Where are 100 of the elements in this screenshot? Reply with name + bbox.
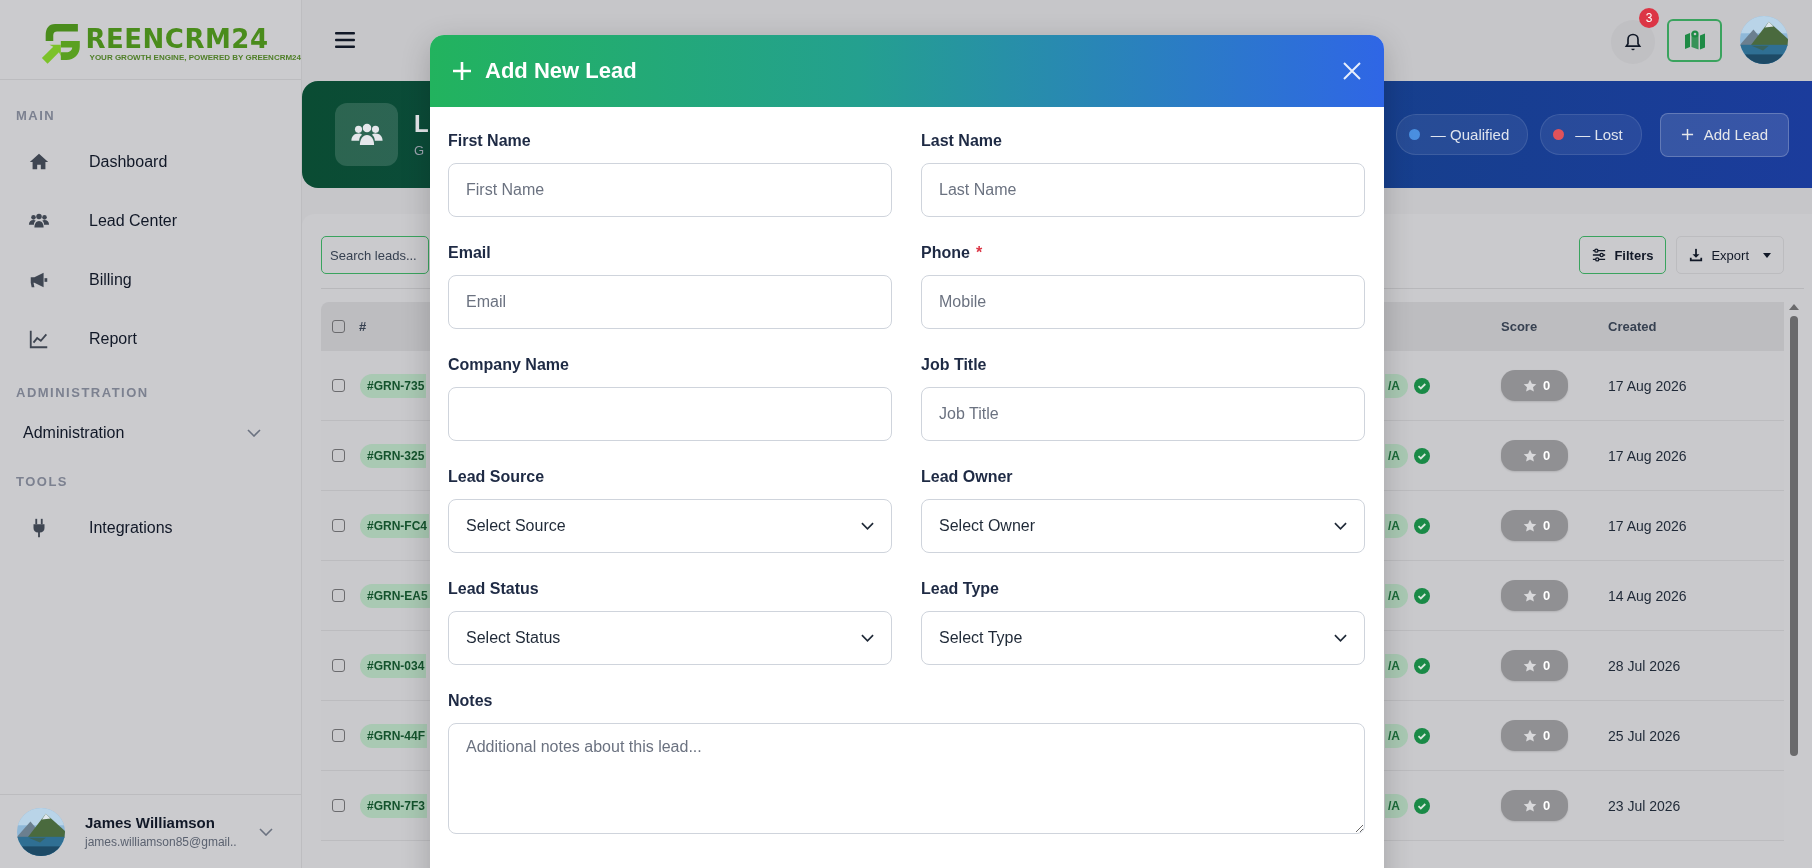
sliders-icon — [1592, 248, 1607, 262]
checkbox[interactable] — [332, 659, 345, 672]
score-pill: 0 — [1501, 790, 1569, 821]
dialog-title: Add New Lead — [485, 58, 637, 84]
lead-id-tag: #GRN-FC4 — [360, 513, 429, 538]
checkbox[interactable] — [332, 449, 345, 462]
status-pill[interactable]: — Qualified — [1395, 114, 1529, 155]
sidebar-item[interactable]: Lead Center — [0, 191, 301, 250]
sidebar-dropdown[interactable]: Administration — [0, 409, 301, 457]
input-field[interactable]: Last Name — [921, 163, 1365, 217]
star-icon — [1523, 728, 1537, 743]
status-label: — Qualified — [1430, 126, 1510, 143]
checkbox[interactable] — [332, 320, 345, 333]
status-pill[interactable]: — Lost — [1540, 114, 1642, 155]
created-date: 23 Jul 2026 — [1608, 797, 1681, 814]
user-email: james.williamson85@gmail.. — [85, 835, 238, 849]
notification-badge: 3 — [1639, 8, 1659, 28]
section-heading: TOOLS — [15, 474, 70, 490]
created-date: 17 Aug 2026 — [1608, 377, 1687, 394]
field-label: Lead Source — [448, 468, 545, 486]
status-tag: /A — [1385, 443, 1408, 468]
field-label: Company Name — [448, 356, 569, 374]
column-header: Score — [1501, 319, 1538, 334]
star-icon — [1523, 378, 1537, 393]
column-header: Created — [1608, 319, 1657, 334]
status-tag: /A — [1385, 793, 1408, 818]
field-label: Email — [448, 244, 491, 262]
score-pill: 0 — [1501, 510, 1569, 541]
input-field[interactable]: Email — [448, 275, 892, 329]
checkbox[interactable] — [332, 519, 345, 532]
input-field[interactable] — [448, 387, 892, 441]
chevron-icon — [861, 634, 874, 642]
created-date: 28 Jul 2026 — [1608, 657, 1681, 674]
filters-button[interactable]: Filters — [1579, 236, 1667, 274]
chevron-icon — [861, 522, 874, 530]
section-heading: ADMINISTRATION — [15, 385, 150, 401]
logo-text: REENCRM24 — [85, 25, 270, 53]
scroll-up-icon[interactable] — [1788, 304, 1799, 310]
chevron-icon — [1334, 522, 1347, 530]
field-label: Last Name — [921, 132, 1002, 150]
input-field[interactable]: First Name — [448, 163, 892, 217]
lead-id-tag: #GRN-034 — [360, 653, 427, 678]
score-pill: 0 — [1501, 720, 1569, 751]
status-tag: /A — [1385, 583, 1408, 608]
status-tag: /A — [1385, 723, 1408, 748]
bell-icon — [1623, 32, 1643, 52]
sidebar-item[interactable]: Billing — [0, 250, 301, 309]
download-icon — [1689, 248, 1704, 262]
notes-field[interactable]: Additional notes about this lead... — [448, 723, 1365, 834]
select-field[interactable]: Select Source — [448, 499, 892, 553]
section-heading: MAIN — [15, 108, 57, 124]
field-label: Lead Type — [921, 580, 999, 598]
field-label: Notes — [448, 692, 493, 710]
input-field[interactable]: Mobile — [921, 275, 1365, 329]
lead-id-tag: #GRN-735 — [360, 373, 427, 398]
map-button[interactable] — [1667, 18, 1722, 62]
field-label: Job Title — [921, 356, 987, 374]
lead-id-tag: #GRN-EA5 — [360, 583, 430, 608]
field-label: Lead Owner — [921, 468, 1013, 486]
sidebar-item[interactable]: Report — [0, 309, 301, 368]
select-field[interactable]: Select Type — [921, 611, 1365, 665]
lead-id-tag: #GRN-44F — [360, 723, 427, 748]
created-date: 17 Aug 2026 — [1608, 517, 1687, 534]
map-icon — [1682, 28, 1707, 52]
chevron-icon[interactable] — [259, 827, 273, 836]
search-field[interactable]: Search leads... — [321, 236, 429, 274]
score-pill: 0 — [1501, 650, 1569, 681]
checkbox[interactable] — [332, 379, 345, 392]
field-label: Phone — [921, 244, 970, 262]
created-date: 14 Aug 2026 — [1608, 587, 1687, 604]
logo-tagline: YOUR GROWTH ENGINE, POWERED BY GREENCRM24 — [88, 53, 301, 62]
checkbox[interactable] — [332, 729, 345, 742]
plus-icon — [452, 61, 472, 81]
select-field[interactable]: Select Status — [448, 611, 892, 665]
star-icon — [1523, 588, 1537, 603]
lead-id-tag: #GRN-7F3 — [360, 793, 427, 818]
field-label: Lead Status — [448, 580, 539, 598]
sidebar-item[interactable]: Integrations — [0, 498, 301, 557]
star-icon — [1523, 658, 1537, 673]
export-button[interactable]: Export — [1676, 236, 1784, 274]
star-icon — [1523, 448, 1537, 463]
page-title: L — [414, 111, 429, 137]
checkbox[interactable] — [332, 799, 345, 812]
select-field[interactable]: Select Owner — [921, 499, 1365, 553]
star-icon — [1523, 798, 1537, 813]
required-mark: * — [975, 244, 983, 262]
status-tag: /A — [1385, 373, 1408, 398]
close-icon[interactable] — [1342, 61, 1362, 81]
score-pill: 0 — [1501, 580, 1569, 611]
add-lead-button[interactable]: Add Lead — [1659, 112, 1789, 157]
sidebar-item[interactable]: Dashboard — [0, 132, 301, 191]
status-label: — Lost — [1575, 126, 1623, 143]
notification-button[interactable] — [1611, 20, 1655, 64]
menu-icon[interactable] — [335, 32, 355, 48]
star-icon — [1523, 518, 1537, 533]
checkbox[interactable] — [332, 589, 345, 602]
input-field[interactable]: Job Title — [921, 387, 1365, 441]
plus-icon — [1680, 128, 1694, 141]
caret-icon — [1763, 252, 1771, 258]
column-header: # — [359, 319, 367, 334]
